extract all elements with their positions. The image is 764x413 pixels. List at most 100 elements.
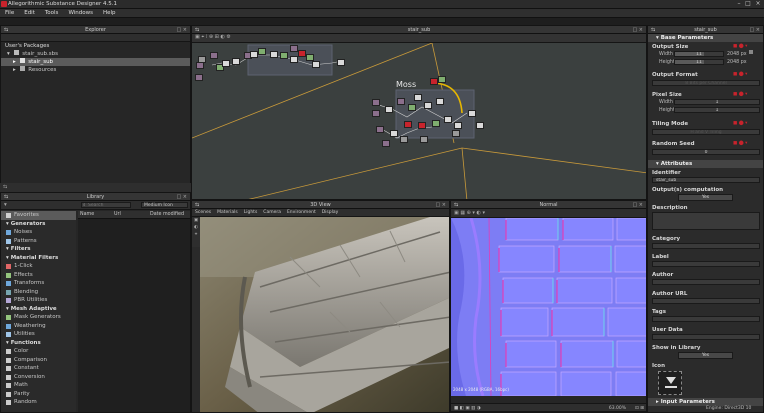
menu-tools[interactable]: Tools	[40, 9, 64, 18]
width-lock-icon[interactable]	[749, 50, 753, 54]
library-close-icon[interactable]: □ ×	[176, 193, 187, 201]
library-item[interactable]: Noises	[1, 228, 76, 237]
author-url-field[interactable]	[652, 298, 760, 304]
graph-node[interactable]	[298, 50, 306, 57]
graph-panel[interactable]: ⇆ stair_sub □ × ▣ ⌖ ⁞ ⊕ ⊞ ◐ ⚙ Moss	[191, 25, 647, 200]
view3d-menu-icon[interactable]: ⇆	[195, 201, 199, 209]
maximize-icon[interactable]: □	[744, 1, 752, 7]
graph-node[interactable]	[404, 121, 412, 128]
explorer-close-icon[interactable]: □ ×	[176, 26, 187, 34]
close-icon[interactable]: ×	[754, 1, 762, 7]
library-item[interactable]: Favorites	[1, 211, 76, 220]
graph-node[interactable]	[430, 78, 438, 85]
graph-node[interactable]	[438, 76, 446, 83]
category-field[interactable]	[652, 243, 760, 249]
graph-node[interactable]	[196, 62, 204, 69]
menu-edit[interactable]: Edit	[19, 9, 40, 18]
graph-node[interactable]	[258, 48, 266, 55]
view2d-fit-icon[interactable]: ⊡ ⊞	[635, 404, 644, 412]
view3d-close-icon[interactable]: □ ×	[435, 201, 446, 209]
graph-node[interactable]	[337, 59, 345, 66]
view3d-menu-materials[interactable]: Materials	[217, 210, 238, 215]
graph-node[interactable]	[390, 130, 398, 137]
graph-node[interactable]	[385, 106, 393, 113]
graph-node[interactable]	[195, 74, 203, 81]
input-parameters-section[interactable]: ▸ Input Parameters	[648, 398, 763, 406]
graph-node[interactable]	[400, 136, 408, 143]
library-item[interactable]: Patterns	[1, 237, 76, 246]
graph-node[interactable]	[452, 130, 460, 137]
column-date[interactable]: Date modified	[150, 212, 184, 217]
graph-node[interactable]	[290, 45, 298, 52]
explorer-menu-icon[interactable]: ⇆	[4, 26, 8, 34]
library-item[interactable]: Color	[1, 347, 76, 356]
expand-arrow-icon[interactable]: ▾	[7, 51, 10, 57]
view2d-close-icon[interactable]: □ ×	[632, 201, 643, 209]
library-item[interactable]: Blending	[1, 288, 76, 297]
random-seed-controls[interactable]: ■ ⬤ ▾	[733, 141, 747, 146]
properties-menu-icon[interactable]: ⇆	[651, 26, 655, 34]
graph-node[interactable]	[408, 104, 416, 111]
show-in-library-select[interactable]: Yes	[678, 352, 733, 359]
graph-node[interactable]	[476, 122, 484, 129]
view3d-viewport[interactable]	[200, 217, 450, 413]
library-category[interactable]: ▾ Material Filters	[1, 254, 76, 263]
library-item[interactable]: Effects	[1, 271, 76, 280]
graph-tool-icons[interactable]: ▣ ⌖ ⁞ ⊕ ⊞ ◐ ⚙	[192, 34, 231, 40]
graph-node[interactable]	[424, 102, 432, 109]
library-item[interactable]: Mask Generators	[1, 313, 76, 322]
output-format-select[interactable]: 8 Bits per Channel	[652, 80, 760, 86]
view3d-menu-lights[interactable]: Lights	[244, 210, 258, 215]
height-slider[interactable]: 11	[674, 59, 724, 65]
view2d-menu-icon[interactable]: ⇆	[454, 201, 458, 209]
graph-node[interactable]	[222, 60, 230, 67]
library-category[interactable]: ▾ Generators	[1, 220, 76, 229]
view3d-menu-camera[interactable]: Camera	[263, 210, 281, 215]
graph-node[interactable]	[414, 94, 422, 101]
tiling-mode-controls[interactable]: ■ ⬤ ▾	[733, 121, 747, 126]
tiling-mode-select[interactable]: H and V Tiling	[652, 129, 760, 135]
view2d-zoom[interactable]: 63.00%	[609, 404, 626, 412]
library-search-input[interactable]	[81, 202, 131, 208]
library-item[interactable]: Parity	[1, 390, 76, 399]
graph-node[interactable]	[418, 122, 426, 129]
view3d-menu-display[interactable]: Display	[322, 210, 339, 215]
label-field[interactable]	[652, 261, 760, 267]
menu-windows[interactable]: Windows	[63, 9, 98, 18]
normal-map-viewport[interactable]	[451, 218, 647, 396]
identifier-field[interactable]: stair_sub	[652, 177, 760, 183]
tags-field[interactable]	[652, 316, 760, 322]
graph-node[interactable]	[468, 110, 476, 117]
graph-node[interactable]	[382, 140, 390, 147]
view3d-panel[interactable]: ⇆ 3D View □ × Scenes Materials Lights Camer…	[191, 200, 450, 413]
pixel-height-field[interactable]: 1	[674, 107, 760, 113]
library-item[interactable]: Utilities	[1, 330, 76, 339]
library-category[interactable]: ▾ Mesh Adaptive	[1, 305, 76, 314]
graph-node[interactable]	[290, 56, 298, 63]
library-item[interactable]: Weathering	[1, 322, 76, 331]
graph-node[interactable]	[436, 98, 444, 105]
library-item[interactable]: Constant	[1, 364, 76, 373]
graph-node[interactable]	[454, 122, 462, 129]
menu-help[interactable]: Help	[98, 9, 121, 18]
random-seed-field[interactable]: 0	[652, 149, 760, 155]
library-category[interactable]: ▾ Functions	[1, 339, 76, 348]
attributes-section[interactable]: ▾ Attributes	[648, 160, 763, 168]
library-add-icon[interactable]: ▾	[4, 202, 7, 208]
width-slider[interactable]: 11	[674, 51, 724, 57]
icon-drop-area[interactable]	[658, 371, 682, 395]
tree-resources[interactable]: ▸ Resources	[1, 66, 190, 74]
graph-node[interactable]	[250, 51, 258, 58]
view3d-side-tools[interactable]: ▣ ◐ ⌖	[192, 217, 200, 247]
view2d-channel-icons[interactable]: ■ ◧ ▣ ▥ ◑	[454, 406, 481, 411]
graph-node[interactable]	[280, 52, 288, 59]
graph-node[interactable]	[306, 54, 314, 61]
graph-node[interactable]	[372, 110, 380, 117]
base-parameters-section[interactable]: ▾ Base Parameters	[648, 34, 763, 42]
properties-close-icon[interactable]: □ ×	[749, 26, 760, 34]
description-field[interactable]	[652, 212, 760, 230]
minimize-icon[interactable]: –	[735, 1, 743, 7]
output-size-controls[interactable]: ■ ⬤ ▾	[733, 44, 747, 49]
graph-node[interactable]	[444, 116, 452, 123]
view3d-menu-scenes[interactable]: Scenes	[195, 210, 211, 215]
